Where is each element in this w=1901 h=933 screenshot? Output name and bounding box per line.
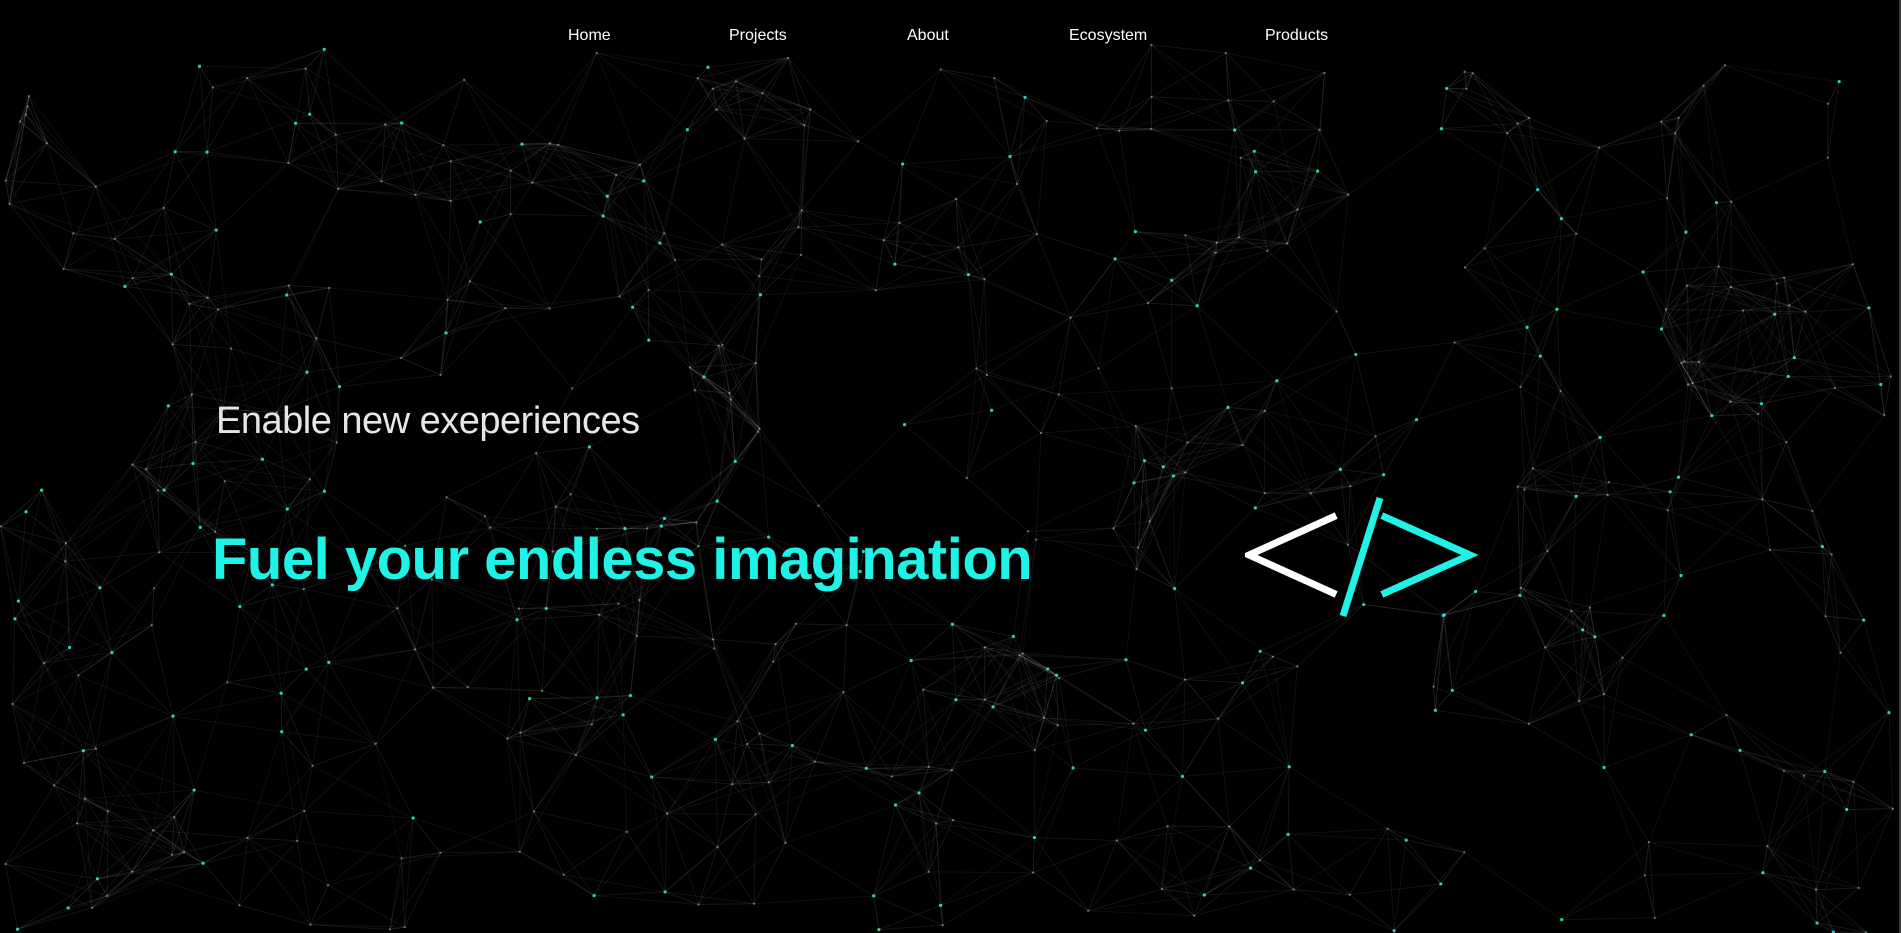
nav-about-link[interactable]: About xyxy=(907,27,949,45)
code-bracket-right xyxy=(1380,512,1479,598)
code-slash xyxy=(1339,496,1384,618)
landing-page: Home Projects About Ecosystem Products E… xyxy=(0,0,1901,933)
network-lines xyxy=(0,44,1894,933)
nav-products-link[interactable]: Products xyxy=(1265,27,1328,45)
nav-home-link[interactable]: Home xyxy=(568,27,611,45)
network-nodes xyxy=(0,43,1894,933)
hero-subtitle: Enable new exeperiences xyxy=(216,400,640,442)
particle-network-background xyxy=(0,43,1894,933)
top-navigation: Home Projects About Ecosystem Products xyxy=(0,0,1901,76)
code-bracket-left xyxy=(1245,512,1338,598)
code-brackets-icon xyxy=(1245,496,1479,618)
hero-title: Fuel your endless imagination xyxy=(212,527,1033,592)
nav-ecosystem-link[interactable]: Ecosystem xyxy=(1069,27,1147,45)
nav-projects-link[interactable]: Projects xyxy=(729,27,787,45)
